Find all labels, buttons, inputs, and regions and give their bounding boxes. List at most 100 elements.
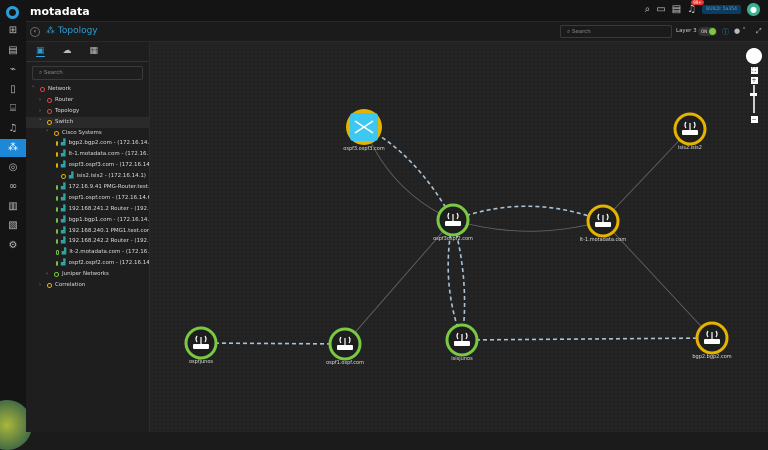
topology-icon: ⁂ — [46, 26, 58, 36]
topology-link[interactable] — [363, 126, 454, 221]
status-dot-dropdown[interactable]: ● ˅ — [734, 27, 746, 35]
status-icon — [40, 86, 45, 92]
inventory-icon[interactable]: ▤ — [0, 42, 26, 60]
topology-link[interactable] — [602, 128, 691, 222]
tree-item[interactable]: › Juniper Networks — [26, 269, 149, 280]
tree-item[interactable]: ▟ bgp1.bgp1.com - (172.16.14.2) — [26, 215, 149, 226]
fit-button[interactable]: ⛶ — [750, 67, 758, 74]
topology-link[interactable] — [363, 126, 454, 221]
chevron-down-icon[interactable]: ˅ — [46, 128, 51, 139]
status-icon — [54, 272, 59, 278]
pan-control[interactable] — [746, 48, 762, 64]
topology-node[interactable]: lt-1.motadata.com — [580, 204, 627, 243]
tree-item[interactable]: ▟ ospf2.ospf2.com - (172.16.14. — [26, 258, 149, 269]
tree-item[interactable]: ▟ 172.16.9.41 PMG-Router.test.c — [26, 182, 149, 193]
tree-item[interactable]: › Correlation — [26, 280, 149, 291]
topology-canvas[interactable]: ospf3.ospf3.com ospf3ospf2.com lt-1.motada… — [150, 42, 768, 432]
zoom-slider[interactable] — [750, 85, 758, 113]
topology-node[interactable]: ospf3.ospf3.com — [343, 109, 385, 152]
chevron-right-icon[interactable]: › — [39, 95, 44, 106]
tree-search-input[interactable]: ⌕ Search — [32, 66, 143, 80]
page-title: Topology — [57, 26, 98, 36]
tree-item[interactable]: ▟ ospf3.ospf3.com - (172.16.14. — [26, 160, 149, 171]
topology-link[interactable] — [452, 219, 604, 232]
status-icon — [47, 97, 52, 103]
zoom-out-button[interactable]: − — [750, 116, 758, 123]
search-icon[interactable]: ⌕ — [645, 4, 651, 15]
chevron-down-icon[interactable]: ˅ — [39, 117, 44, 128]
dashboard-icon[interactable]: ⊞ — [0, 22, 26, 40]
topology-alt-icon[interactable]: ⌸ — [0, 100, 26, 118]
topology-link[interactable] — [461, 337, 713, 341]
tasks-icon[interactable]: ▧ — [0, 217, 26, 235]
topology-icon[interactable]: ⁂ — [0, 139, 26, 157]
router-icon — [193, 344, 209, 349]
topology-search-input[interactable]: ⌕ Search — [560, 25, 672, 38]
status-icon — [56, 163, 58, 169]
topology-link[interactable] — [452, 205, 604, 222]
tree-item[interactable]: ▟ lt-2.motadata.com - (172.16. — [26, 247, 149, 258]
topology-node[interactable]: isisjunos — [445, 323, 479, 362]
tab-virtual-icon[interactable]: ▦ — [90, 46, 99, 57]
back-button[interactable]: ‹ — [30, 27, 40, 37]
topology-link[interactable] — [200, 342, 346, 345]
notification-badge: 99+ — [691, 0, 704, 5]
info-icon[interactable]: ⓘ — [722, 27, 729, 37]
layer-toggle[interactable]: ON — [698, 27, 717, 36]
node-label: isisjunos — [451, 356, 473, 362]
tree-item-label: ospf2.ospf2.com - (172.16.14. — [68, 260, 149, 267]
expand-icon[interactable]: ⤢ — [756, 27, 762, 36]
tree-item-label: bgp2.bgp2.com - (172.16.14.4) — [68, 140, 149, 147]
chevron-right-icon[interactable]: › — [46, 269, 51, 280]
node-label: lt-1.motadata.com — [580, 237, 627, 243]
chevron-down-icon[interactable]: ˅ — [32, 84, 37, 95]
reports-icon[interactable]: ▯ — [0, 81, 26, 99]
device-icon: ▟ — [61, 259, 66, 267]
bell-icon[interactable]: ♫ 99+ — [687, 0, 704, 15]
tree-item-label: Juniper Networks — [62, 271, 109, 278]
tree-item-label: Network — [48, 86, 71, 92]
binoculars-icon[interactable]: ∞ — [0, 178, 26, 196]
tree-item[interactable]: ▟ 192.168.241.2 Router - (192.16 — [26, 204, 149, 215]
node-label: isis2.isis2 — [678, 145, 702, 151]
status-icon — [47, 282, 52, 288]
clipboard-icon[interactable]: ▤ — [672, 4, 681, 15]
alerts-icon[interactable]: ♫ — [0, 120, 26, 138]
tree-item[interactable]: ▟ 192.168.240.1 PMG1.test.com - — [26, 226, 149, 237]
avatar[interactable]: ● — [747, 3, 760, 16]
tree-item[interactable]: ˅ Switch — [26, 116, 149, 128]
tree-item[interactable]: ˅ Network — [26, 84, 149, 95]
device-icon: ▟ — [61, 248, 67, 256]
tree-item[interactable]: ˅ Cisco Systems — [26, 128, 149, 139]
topology-graph[interactable]: ospf3.ospf3.com ospf3ospf2.com lt-1.motada… — [150, 42, 768, 432]
topology-node[interactable]: ospf3ospf2.com — [433, 203, 473, 242]
status-icon — [56, 239, 58, 245]
topology-node[interactable]: ospf1.ospf.com — [326, 327, 364, 366]
tree-item-label: ospf1.ospf.com - (172.16.14.6) — [68, 194, 149, 201]
tree-item-label: 172.16.9.41 PMG-Router.test.c — [68, 184, 149, 191]
monitor-icon[interactable]: ▭ — [656, 4, 665, 15]
chevron-right-icon[interactable]: › — [39, 280, 44, 291]
tree-item[interactable]: ▟ 192.168.242.2 Router - (192.16 — [26, 236, 149, 247]
tree-item[interactable]: ▟ lt-1.motadata.com - (172.16.1 — [26, 149, 149, 160]
tree-item-label: 192.168.241.2 Router - (192.16 — [68, 205, 149, 212]
tree-item[interactable]: ▟ ospf1.ospf.com - (172.16.14.6) — [26, 193, 149, 204]
tree-item[interactable]: ▟ isis2.isis2 - (172.16.14.1) — [26, 171, 149, 182]
topology-node[interactable]: isis2.isis2 — [673, 112, 707, 151]
tree-item[interactable]: › Topology — [26, 106, 149, 117]
tree-item-label: isis2.isis2 - (172.16.14.1) — [76, 173, 146, 180]
topology-node[interactable]: ospfjunos — [184, 326, 218, 365]
tab-cloud-icon[interactable]: ☁ — [63, 46, 72, 57]
settings-icon[interactable]: ⚙ — [0, 237, 26, 255]
topology-node[interactable]: bgp2.bgp2.com — [692, 321, 732, 360]
metrics-icon[interactable]: ⌁ — [0, 61, 26, 79]
zoom-in-button[interactable]: + — [750, 77, 758, 84]
logs-icon[interactable]: ▥ — [0, 198, 26, 216]
tree-item-label: 192.168.242.2 Router - (192.16 — [68, 238, 149, 245]
tree-item[interactable]: › Router — [26, 95, 149, 106]
status-icon — [56, 184, 58, 190]
security-icon[interactable]: ◎ — [0, 159, 26, 177]
chevron-right-icon[interactable]: › — [39, 106, 44, 117]
tree-item[interactable]: ▟ bgp2.bgp2.com - (172.16.14.4) — [26, 138, 149, 149]
tab-network-icon[interactable]: ▣ — [36, 46, 45, 57]
